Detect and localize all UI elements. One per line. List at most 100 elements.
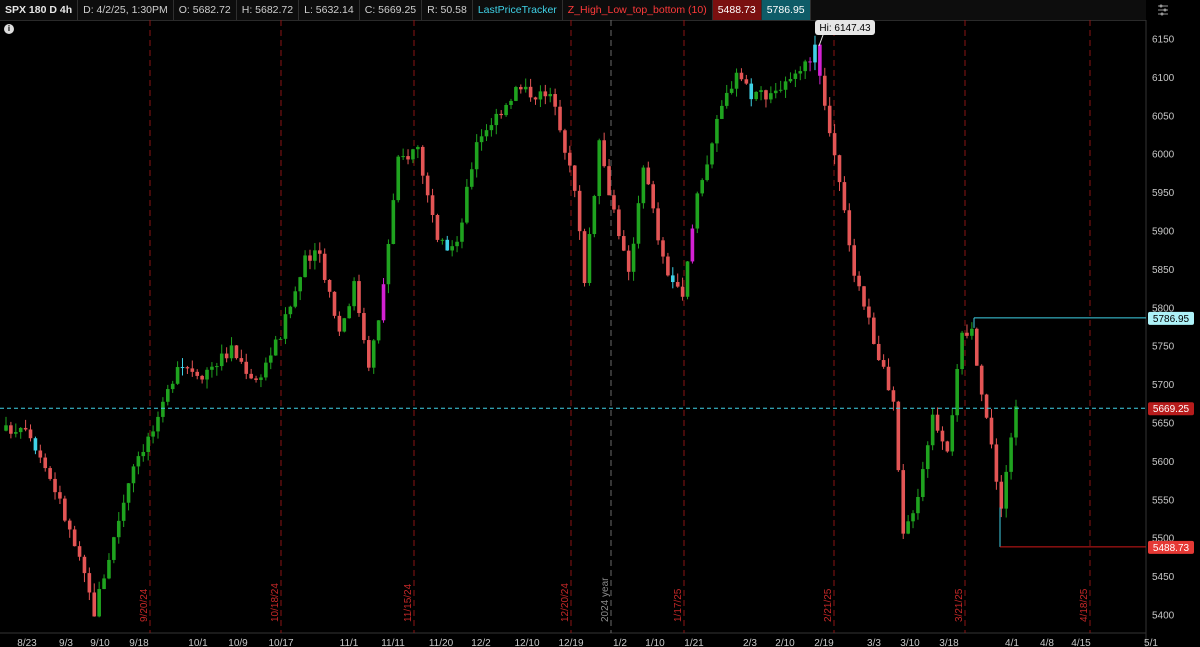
candle-body — [641, 167, 646, 204]
y-tick-label: 6100 — [1152, 73, 1175, 84]
x-tick-label: 12/10 — [514, 638, 539, 647]
y-tick-label: 5700 — [1152, 380, 1175, 391]
candle-body — [416, 146, 420, 150]
candle-body — [1009, 437, 1013, 472]
z-high-badge-text: 5786.95 — [1153, 314, 1190, 325]
high-callout-text: Hi: 6147.43 — [819, 23, 871, 34]
candle-body — [425, 175, 430, 196]
candle-body — [357, 281, 361, 314]
y-tick-label: 5400 — [1152, 611, 1175, 622]
candle-body — [636, 203, 641, 244]
candle-body — [916, 496, 920, 514]
candles — [4, 35, 1018, 618]
candle-body — [298, 277, 302, 292]
candle-body — [371, 340, 376, 368]
candle-body — [847, 210, 852, 246]
candle-body — [798, 71, 803, 74]
candle-body — [411, 149, 415, 160]
candle-body — [896, 401, 901, 471]
candle-body — [759, 90, 763, 92]
candle-body — [273, 339, 278, 356]
candle-body — [479, 136, 484, 143]
candle-body — [514, 87, 518, 101]
candle-body — [205, 369, 209, 380]
candle-body — [126, 483, 131, 503]
candle-body — [734, 72, 739, 89]
candle-body — [945, 441, 950, 452]
x-tick-label: 12/2 — [471, 638, 491, 647]
candle-body — [288, 306, 293, 315]
candle-body — [852, 245, 857, 276]
candle-body — [97, 589, 101, 617]
x-tick-label: 2/10 — [775, 638, 795, 647]
candle-body — [504, 104, 508, 116]
candle-body — [607, 166, 611, 196]
candle-body — [112, 537, 116, 560]
candle-body — [14, 432, 18, 434]
candle-body — [749, 83, 754, 100]
candle-body — [185, 367, 190, 369]
candle-body — [553, 94, 557, 107]
last-price-badge-text: 5669.25 — [1153, 404, 1190, 415]
candle-body — [474, 142, 479, 170]
price-chart[interactable]: 6150610060506000595059005850580057505700… — [0, 0, 1200, 647]
candle-body — [994, 444, 999, 482]
candle-body — [229, 345, 234, 359]
y-tick-label: 5550 — [1152, 495, 1175, 506]
candle-body — [528, 86, 533, 98]
candle-body — [278, 338, 283, 340]
candle-body — [778, 89, 783, 91]
candle-body — [661, 240, 665, 257]
x-tick-label: 3/18 — [939, 638, 959, 647]
candle-body — [965, 332, 969, 336]
candle-body — [63, 498, 67, 521]
vertical-marker-label: 3/21/25 — [954, 588, 965, 622]
candle-body — [543, 91, 548, 97]
candle-body — [82, 556, 87, 574]
candle-body — [548, 94, 553, 97]
y-tick-label: 5950 — [1152, 188, 1175, 199]
candle-body — [283, 314, 288, 339]
candle-body — [715, 118, 719, 144]
candle-body — [347, 306, 352, 319]
candle-body — [396, 156, 401, 201]
candle-body — [121, 502, 126, 521]
candle-body — [881, 360, 886, 367]
candle-body — [28, 429, 33, 439]
candle-body — [259, 377, 263, 380]
x-tick-label: 10/17 — [268, 638, 293, 647]
candle-body — [592, 196, 597, 235]
candle-body — [974, 328, 979, 366]
candle-body — [837, 155, 842, 183]
candle-body — [141, 451, 146, 457]
candle-body — [558, 106, 562, 131]
candle-body — [131, 466, 136, 484]
candle-body — [445, 239, 450, 251]
vertical-marker-label: 11/15/24 — [403, 583, 414, 622]
candle-body — [317, 250, 322, 254]
candle-body — [489, 125, 494, 131]
x-tick-label: 3/3 — [867, 638, 881, 647]
candle-body — [268, 355, 273, 363]
candle-body — [484, 130, 489, 137]
x-tick-label: 10/9 — [228, 638, 248, 647]
candle-body — [102, 578, 106, 590]
candle-body — [53, 478, 57, 493]
candle-body — [430, 195, 435, 216]
candle-body — [303, 255, 307, 278]
candle-body — [891, 390, 896, 402]
candle-body — [440, 239, 445, 241]
candle-body — [116, 520, 121, 538]
candle-body — [465, 186, 469, 223]
candle-body — [519, 87, 523, 90]
candle-body — [617, 209, 621, 237]
candle-body — [469, 169, 474, 187]
candle-body — [43, 457, 48, 469]
candle-body — [764, 90, 768, 100]
candle-body — [690, 228, 695, 262]
candle-body — [940, 430, 945, 442]
candle-body — [656, 208, 660, 241]
candle-body — [568, 152, 572, 166]
candle-body — [107, 559, 111, 579]
candle-body — [744, 79, 749, 84]
